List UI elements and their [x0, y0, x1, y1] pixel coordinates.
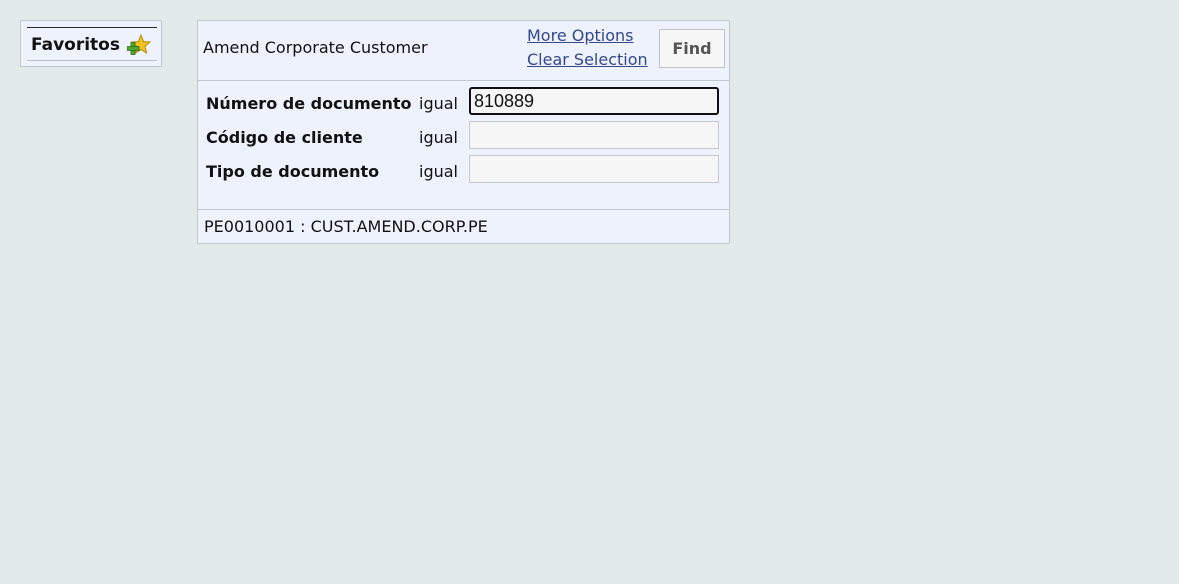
form-footer: PE0010001 : CUST.AMEND.CORP.PE [198, 209, 729, 244]
field-row-customer-code: Código de cliente igual [198, 119, 729, 149]
customer-code-operator: igual [419, 128, 458, 147]
version-id-text: PE0010001 : CUST.AMEND.CORP.PE [204, 217, 488, 236]
document-number-input[interactable] [469, 87, 719, 115]
field-row-document-type: Tipo de documento igual [198, 153, 729, 183]
document-number-label: Número de documento [206, 94, 412, 113]
field-row-document-number: Número de documento igual [198, 85, 729, 115]
document-type-input[interactable] [469, 155, 719, 183]
favorites-panel: Favoritos [20, 20, 162, 67]
customer-code-label: Código de cliente [206, 128, 363, 147]
clear-selection-link[interactable]: Clear Selection [527, 50, 648, 69]
add-favorite-icon[interactable] [127, 33, 151, 57]
favorites-label: Favoritos [31, 35, 120, 55]
document-number-operator: igual [419, 94, 458, 113]
form-title: Amend Corporate Customer [203, 38, 428, 57]
more-options-link[interactable]: More Options [527, 26, 633, 45]
document-type-operator: igual [419, 162, 458, 181]
find-button[interactable]: Find [659, 29, 725, 68]
amend-customer-form: Amend Corporate Customer More Options Cl… [197, 20, 730, 244]
customer-code-input[interactable] [469, 121, 719, 149]
document-type-label: Tipo de documento [206, 162, 380, 181]
favorites-header: Favoritos [27, 27, 157, 61]
form-header: Amend Corporate Customer More Options Cl… [198, 21, 729, 81]
